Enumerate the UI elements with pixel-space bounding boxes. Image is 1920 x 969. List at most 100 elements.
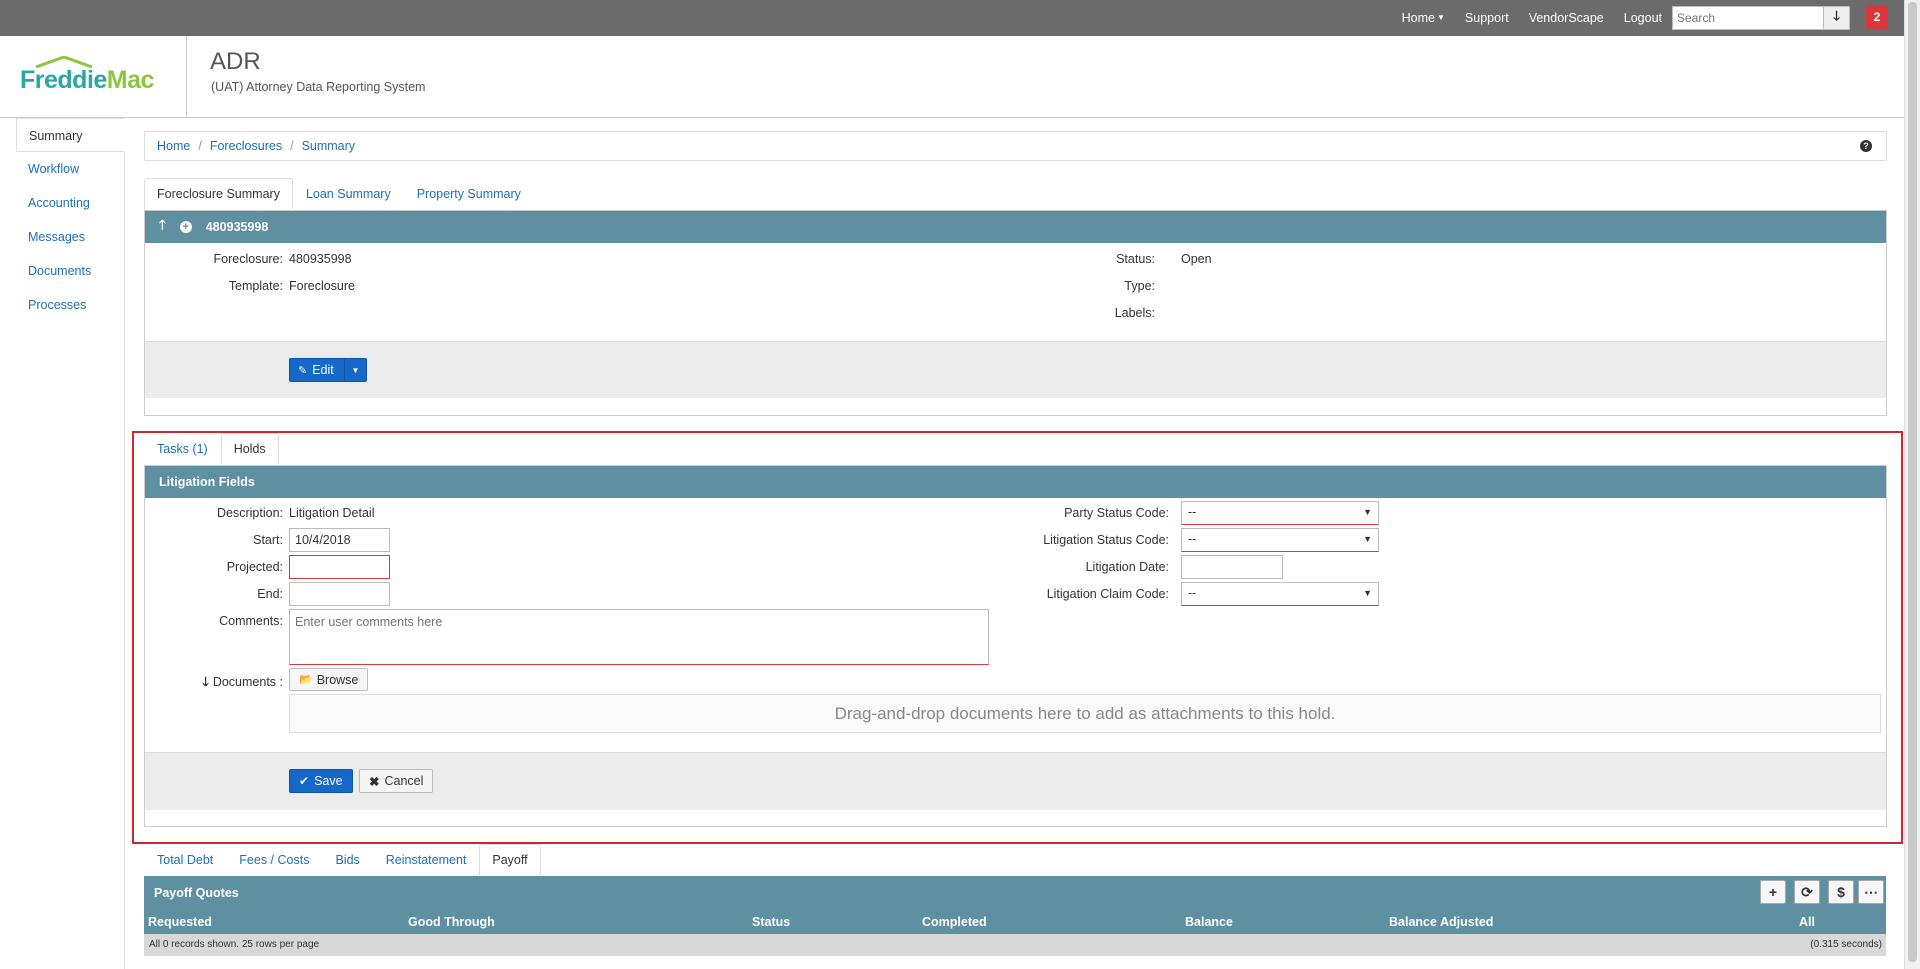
help-icon[interactable]: ?: [1860, 140, 1872, 152]
arrow-up-icon[interactable]: 🡑: [159, 216, 166, 238]
foreclosure-label: Foreclosure:: [213, 252, 283, 266]
page-scrollbar[interactable]: [1904, 0, 1920, 969]
dollar-icon[interactable]: $: [1828, 880, 1854, 904]
tab-fees-costs[interactable]: Fees / Costs: [226, 844, 322, 875]
documents-label: 🡓 Documents :: [163, 673, 283, 694]
browse-button[interactable]: 📂 Browse: [289, 668, 369, 691]
cancel-button[interactable]: ✖ Cancel: [359, 769, 434, 793]
edit-button[interactable]: ✎ Edit ▼: [289, 358, 367, 382]
column-requested[interactable]: Requested: [148, 915, 212, 929]
column-balance[interactable]: Balance: [1185, 915, 1233, 929]
description-label: Description:: [217, 506, 283, 520]
litigation-panel-header: Litigation Fields: [145, 466, 1886, 498]
records-count: All 0 records shown. 25 rows per page: [149, 939, 320, 950]
payoff-panel-header: Payoff Quotes: [144, 876, 1886, 910]
plus-circle-icon[interactable]: +: [179, 221, 192, 233]
more-icon[interactable]: ⋯: [1858, 880, 1884, 904]
sidebar-item-messages[interactable]: Messages: [16, 220, 124, 254]
save-button[interactable]: ✔ Save: [289, 769, 353, 793]
edit-icon: ✎: [298, 364, 308, 377]
litigation-date-label: Litigation Date:: [1085, 560, 1169, 574]
projected-date-input[interactable]: [289, 555, 390, 579]
breadcrumb-summary[interactable]: Summary: [302, 139, 355, 153]
tab-loan-summary[interactable]: Loan Summary: [293, 178, 404, 209]
litigation-date-input[interactable]: [1181, 555, 1283, 579]
column-status[interactable]: Status: [752, 915, 790, 929]
edit-button-label: Edit: [312, 363, 334, 377]
payoff-table-footer: All 0 records shown. 25 rows per page (0…: [144, 934, 1886, 956]
status-value: Open: [1181, 252, 1212, 266]
tab-holds[interactable]: Holds: [220, 433, 279, 464]
litigation-status-label: Litigation Status Code:: [1043, 533, 1169, 547]
sidebar-item-documents[interactable]: Documents: [16, 254, 124, 288]
tab-foreclosure-summary[interactable]: Foreclosure Summary: [144, 178, 293, 209]
nav-vendorscape[interactable]: VendorScape: [1529, 11, 1604, 25]
caret-down-icon: ▼: [1437, 13, 1445, 22]
litigation-status-value: --: [1188, 532, 1197, 546]
tab-tasks[interactable]: Tasks (1): [144, 433, 221, 464]
cancel-button-label: Cancel: [384, 774, 424, 788]
save-button-label: Save: [314, 774, 343, 788]
top-navbar: Home▼ Support VendorScape Logout 🡓 2: [0, 0, 1904, 36]
documents-label-text: Documents :: [212, 675, 283, 689]
breadcrumb: Home / Foreclosures / Summary ?: [144, 131, 1887, 161]
check-icon: ✔: [299, 774, 310, 788]
comments-label: Comments:: [219, 614, 283, 628]
tab-property-summary[interactable]: Property Summary: [404, 178, 534, 209]
notification-badge[interactable]: 2: [1866, 5, 1888, 29]
document-dropzone[interactable]: Drag-and-drop documents here to add as a…: [289, 694, 1881, 733]
bottom-tabs: Total Debt Fees / Costs Bids Reinstateme…: [144, 844, 541, 875]
nav-logout[interactable]: Logout: [1624, 11, 1662, 25]
end-date-input[interactable]: [289, 582, 390, 606]
description-value: Litigation Detail: [289, 506, 375, 520]
tab-bids[interactable]: Bids: [322, 844, 372, 875]
nav-home-dropdown[interactable]: Home ▼: [1402, 11, 1445, 25]
logo-text: FreddieMac: [20, 66, 154, 94]
tab-total-debt[interactable]: Total Debt: [144, 844, 226, 875]
litigation-status-select[interactable]: -- ▼: [1181, 528, 1379, 552]
search-download-button[interactable]: 🡓: [1824, 6, 1850, 30]
folder-open-icon: 📂: [299, 674, 313, 686]
column-all[interactable]: All: [1799, 915, 1815, 929]
end-label: End:: [257, 587, 283, 601]
nav-support[interactable]: Support: [1465, 11, 1509, 25]
party-status-value: --: [1188, 505, 1197, 519]
browse-button-label: Browse: [316, 672, 359, 687]
scrollbar-thumb[interactable]: [1908, 2, 1917, 962]
start-label: Start:: [253, 533, 283, 547]
app-subtitle: (UAT) Attorney Data Reporting System: [211, 80, 426, 94]
comments-textarea[interactable]: [289, 609, 989, 665]
query-time: (0.315 seconds): [1810, 939, 1882, 950]
projected-label: Projected:: [226, 560, 283, 574]
party-status-label: Party Status Code:: [1064, 506, 1169, 520]
tab-payoff[interactable]: Payoff: [479, 844, 541, 875]
litigation-claim-select[interactable]: -- ▼: [1181, 582, 1379, 606]
party-status-select[interactable]: -- ▼: [1181, 501, 1379, 525]
type-label: Type:: [1124, 279, 1155, 293]
refresh-icon[interactable]: ⟳: [1794, 880, 1820, 904]
foreclosure-link[interactable]: 480935998: [289, 252, 352, 266]
sidebar: Summary Workflow Accounting Messages Doc…: [16, 118, 125, 969]
payoff-panel: Payoff Quotes + ⟳ $ ⋯: [144, 876, 1886, 910]
caret-down-icon: ▼: [1363, 507, 1372, 517]
column-completed[interactable]: Completed: [922, 915, 987, 929]
edit-dropdown-toggle[interactable]: ▼: [344, 359, 366, 381]
add-icon[interactable]: +: [1760, 880, 1786, 904]
freddie-mac-logo[interactable]: FreddieMac: [20, 56, 160, 96]
template-label: Template:: [228, 279, 283, 293]
search-input[interactable]: [1672, 6, 1824, 30]
tab-reinstatement[interactable]: Reinstatement: [373, 844, 480, 875]
foreclosure-panel-header: 🡑 + 480935998: [145, 211, 1886, 243]
sidebar-item-accounting[interactable]: Accounting: [16, 186, 124, 220]
nav-home-label: Home: [1401, 11, 1435, 25]
sidebar-item-processes[interactable]: Processes: [16, 288, 124, 322]
status-label: Status:: [1116, 252, 1155, 266]
sidebar-item-summary[interactable]: Summary: [16, 118, 125, 152]
start-date-input[interactable]: [289, 528, 390, 552]
breadcrumb-foreclosures[interactable]: Foreclosures: [210, 139, 282, 153]
sidebar-item-workflow[interactable]: Workflow: [16, 152, 124, 186]
column-balance-adjusted[interactable]: Balance Adjusted: [1389, 915, 1493, 929]
app-header: FreddieMac ADR (UAT) Attorney Data Repor…: [0, 36, 1904, 118]
breadcrumb-home[interactable]: Home: [157, 139, 190, 153]
column-good-through[interactable]: Good Through: [408, 915, 495, 929]
